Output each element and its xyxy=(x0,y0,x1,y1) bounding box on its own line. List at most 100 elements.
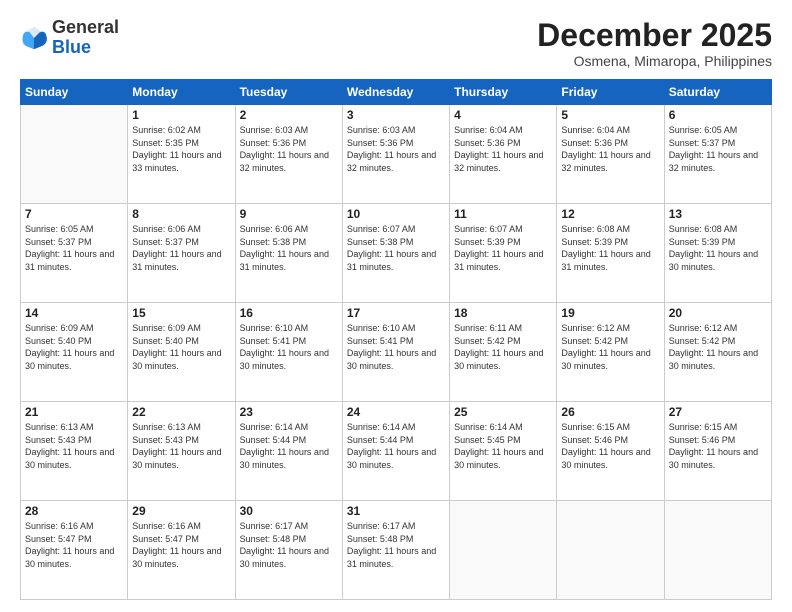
calendar-cell: 13Sunrise: 6:08 AMSunset: 5:39 PMDayligh… xyxy=(664,204,771,303)
day-header-monday: Monday xyxy=(128,80,235,105)
calendar-cell xyxy=(450,501,557,600)
calendar-cell: 21 Sunrise: 6:13 AMSunset: 5:43 PMDayligh… xyxy=(21,402,128,501)
calendar-cell: 2Sunrise: 6:03 AMSunset: 5:36 PMDaylight… xyxy=(235,105,342,204)
page: General Blue December 2025 Osmena, Mimar… xyxy=(0,0,792,612)
day-number: 29 xyxy=(132,504,230,518)
day-number: 5 xyxy=(561,108,659,122)
day-info: Sunrise: 6:09 AMSunset: 5:40 PMDaylight:… xyxy=(132,322,230,372)
day-number: 21 xyxy=(25,405,123,419)
calendar-cell: 30 Sunrise: 6:17 AMSunset: 5:48 PMDayligh… xyxy=(235,501,342,600)
calendar-week-row: 14Sunrise: 6:09 AMSunset: 5:40 PMDayligh… xyxy=(21,303,772,402)
calendar-cell: 26 Sunrise: 6:15 AMSunset: 5:46 PMDayligh… xyxy=(557,402,664,501)
day-info: Sunrise: 6:14 AMSunset: 5:45 PMDaylight:… xyxy=(454,421,552,471)
day-number: 8 xyxy=(132,207,230,221)
calendar-cell: 11 Sunrise: 6:07 AMSunset: 5:39 PMDayligh… xyxy=(450,204,557,303)
calendar-cell: 31 Sunrise: 6:17 AMSunset: 5:48 PMDayligh… xyxy=(342,501,449,600)
logo-icon xyxy=(20,24,48,52)
day-number: 7 xyxy=(25,207,123,221)
day-info: Sunrise: 6:07 AMSunset: 5:38 PMDaylight:… xyxy=(347,223,445,273)
calendar-cell: 19 Sunrise: 6:12 AMSunset: 5:42 PMDayligh… xyxy=(557,303,664,402)
calendar-week-row: 28 Sunrise: 6:16 AMSunset: 5:47 PMDayligh… xyxy=(21,501,772,600)
day-number: 28 xyxy=(25,504,123,518)
day-number: 1 xyxy=(132,108,230,122)
day-info: Sunrise: 6:02 AMSunset: 5:35 PMDaylight:… xyxy=(132,124,230,174)
day-info: Sunrise: 6:15 AMSunset: 5:46 PMDaylight:… xyxy=(561,421,659,471)
calendar-week-row: 21 Sunrise: 6:13 AMSunset: 5:43 PMDayligh… xyxy=(21,402,772,501)
day-info: Sunrise: 6:13 AMSunset: 5:43 PMDaylight:… xyxy=(132,421,230,471)
logo: General Blue xyxy=(20,18,119,58)
calendar-week-row: 7Sunrise: 6:05 AMSunset: 5:37 PMDaylight… xyxy=(21,204,772,303)
calendar-cell xyxy=(664,501,771,600)
day-number: 23 xyxy=(240,405,338,419)
calendar-cell: 7Sunrise: 6:05 AMSunset: 5:37 PMDaylight… xyxy=(21,204,128,303)
day-info: Sunrise: 6:11 AMSunset: 5:42 PMDaylight:… xyxy=(454,322,552,372)
day-info: Sunrise: 6:06 AMSunset: 5:37 PMDaylight:… xyxy=(132,223,230,273)
day-header-thursday: Thursday xyxy=(450,80,557,105)
day-number: 9 xyxy=(240,207,338,221)
calendar-cell: 29Sunrise: 6:16 AMSunset: 5:47 PMDayligh… xyxy=(128,501,235,600)
day-info: Sunrise: 6:04 AMSunset: 5:36 PMDaylight:… xyxy=(454,124,552,174)
calendar-cell: 24 Sunrise: 6:14 AMSunset: 5:44 PMDayligh… xyxy=(342,402,449,501)
calendar-title: December 2025 xyxy=(537,18,772,53)
day-info: Sunrise: 6:15 AMSunset: 5:46 PMDaylight:… xyxy=(669,421,767,471)
day-header-friday: Friday xyxy=(557,80,664,105)
calendar-cell: 1 Sunrise: 6:02 AMSunset: 5:35 PMDaylight… xyxy=(128,105,235,204)
calendar-cell: 4Sunrise: 6:04 AMSunset: 5:36 PMDaylight… xyxy=(450,105,557,204)
calendar-cell: 17 Sunrise: 6:10 AMSunset: 5:41 PMDayligh… xyxy=(342,303,449,402)
calendar-cell: 18Sunrise: 6:11 AMSunset: 5:42 PMDayligh… xyxy=(450,303,557,402)
day-info: Sunrise: 6:13 AMSunset: 5:43 PMDaylight:… xyxy=(25,421,123,471)
day-info: Sunrise: 6:04 AMSunset: 5:36 PMDaylight:… xyxy=(561,124,659,174)
day-number: 30 xyxy=(240,504,338,518)
calendar-header-row: SundayMondayTuesdayWednesdayThursdayFrid… xyxy=(21,80,772,105)
calendar-cell: 8 Sunrise: 6:06 AMSunset: 5:37 PMDaylight… xyxy=(128,204,235,303)
day-info: Sunrise: 6:16 AMSunset: 5:47 PMDaylight:… xyxy=(25,520,123,570)
day-number: 19 xyxy=(561,306,659,320)
day-info: Sunrise: 6:06 AMSunset: 5:38 PMDaylight:… xyxy=(240,223,338,273)
day-info: Sunrise: 6:03 AMSunset: 5:36 PMDaylight:… xyxy=(347,124,445,174)
title-block: December 2025 Osmena, Mimaropa, Philippi… xyxy=(537,18,772,69)
day-number: 27 xyxy=(669,405,767,419)
calendar-cell: 9 Sunrise: 6:06 AMSunset: 5:38 PMDaylight… xyxy=(235,204,342,303)
day-header-tuesday: Tuesday xyxy=(235,80,342,105)
day-header-saturday: Saturday xyxy=(664,80,771,105)
day-info: Sunrise: 6:14 AMSunset: 5:44 PMDaylight:… xyxy=(347,421,445,471)
calendar-cell: 20 Sunrise: 6:12 AMSunset: 5:42 PMDayligh… xyxy=(664,303,771,402)
calendar-cell: 16Sunrise: 6:10 AMSunset: 5:41 PMDayligh… xyxy=(235,303,342,402)
day-number: 24 xyxy=(347,405,445,419)
calendar-cell: 14Sunrise: 6:09 AMSunset: 5:40 PMDayligh… xyxy=(21,303,128,402)
day-number: 26 xyxy=(561,405,659,419)
day-number: 17 xyxy=(347,306,445,320)
calendar-subtitle: Osmena, Mimaropa, Philippines xyxy=(537,53,772,69)
calendar-cell: 28 Sunrise: 6:16 AMSunset: 5:47 PMDayligh… xyxy=(21,501,128,600)
day-number: 6 xyxy=(669,108,767,122)
calendar-cell: 22 Sunrise: 6:13 AMSunset: 5:43 PMDayligh… xyxy=(128,402,235,501)
logo-general: General xyxy=(52,17,119,37)
day-number: 3 xyxy=(347,108,445,122)
day-info: Sunrise: 6:14 AMSunset: 5:44 PMDaylight:… xyxy=(240,421,338,471)
calendar-week-row: 1 Sunrise: 6:02 AMSunset: 5:35 PMDaylight… xyxy=(21,105,772,204)
day-info: Sunrise: 6:09 AMSunset: 5:40 PMDaylight:… xyxy=(25,322,123,372)
calendar-cell: 25Sunrise: 6:14 AMSunset: 5:45 PMDayligh… xyxy=(450,402,557,501)
day-info: Sunrise: 6:08 AMSunset: 5:39 PMDaylight:… xyxy=(561,223,659,273)
day-info: Sunrise: 6:10 AMSunset: 5:41 PMDaylight:… xyxy=(240,322,338,372)
day-number: 10 xyxy=(347,207,445,221)
day-number: 11 xyxy=(454,207,552,221)
day-info: Sunrise: 6:12 AMSunset: 5:42 PMDaylight:… xyxy=(561,322,659,372)
calendar-cell: 3 Sunrise: 6:03 AMSunset: 5:36 PMDaylight… xyxy=(342,105,449,204)
header: General Blue December 2025 Osmena, Mimar… xyxy=(20,18,772,69)
calendar-cell xyxy=(557,501,664,600)
day-number: 2 xyxy=(240,108,338,122)
day-number: 22 xyxy=(132,405,230,419)
calendar-cell xyxy=(21,105,128,204)
day-info: Sunrise: 6:17 AMSunset: 5:48 PMDaylight:… xyxy=(347,520,445,570)
day-info: Sunrise: 6:07 AMSunset: 5:39 PMDaylight:… xyxy=(454,223,552,273)
calendar-cell: 23 Sunrise: 6:14 AMSunset: 5:44 PMDayligh… xyxy=(235,402,342,501)
calendar-cell: 10 Sunrise: 6:07 AMSunset: 5:38 PMDayligh… xyxy=(342,204,449,303)
day-number: 12 xyxy=(561,207,659,221)
day-info: Sunrise: 6:12 AMSunset: 5:42 PMDaylight:… xyxy=(669,322,767,372)
day-info: Sunrise: 6:17 AMSunset: 5:48 PMDaylight:… xyxy=(240,520,338,570)
day-info: Sunrise: 6:10 AMSunset: 5:41 PMDaylight:… xyxy=(347,322,445,372)
day-number: 20 xyxy=(669,306,767,320)
logo-blue: Blue xyxy=(52,37,91,57)
day-number: 31 xyxy=(347,504,445,518)
